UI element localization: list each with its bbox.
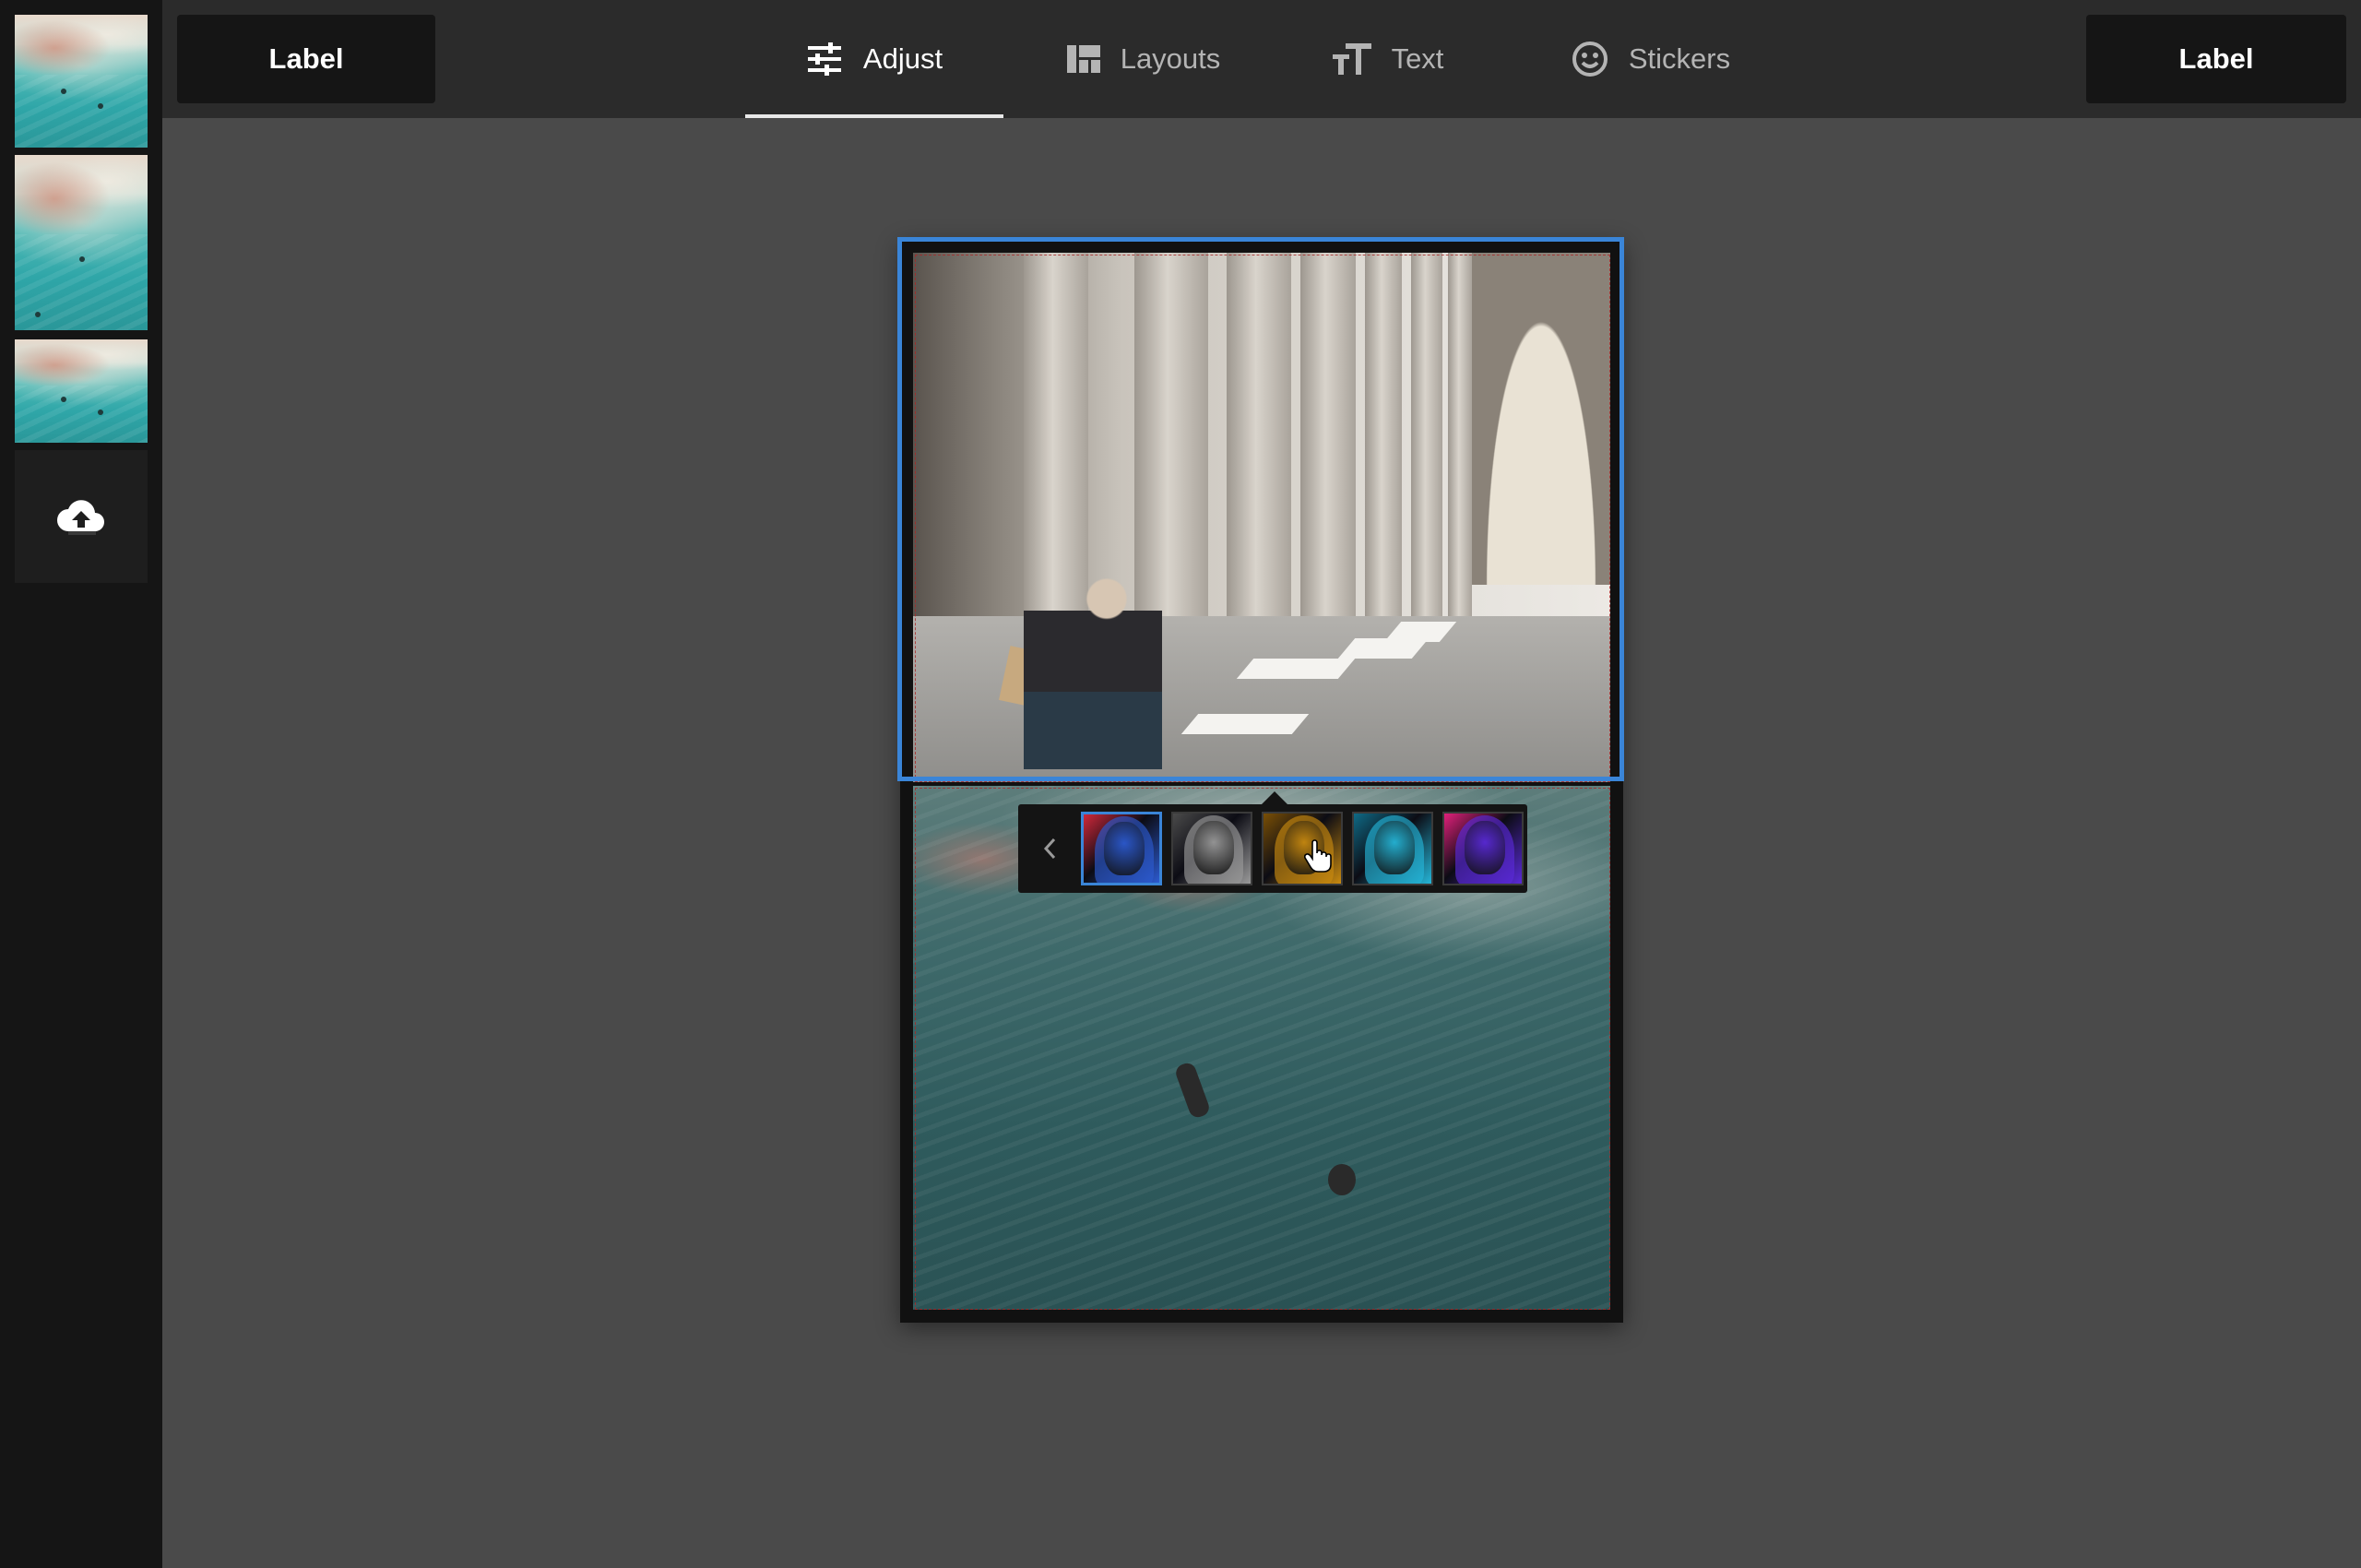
text-size-icon	[1332, 43, 1371, 75]
thumbnail-image-2[interactable]	[15, 155, 148, 330]
tab-adjust-label: Adjust	[862, 42, 943, 75]
filter-violet-magenta[interactable]	[1442, 812, 1524, 885]
sliders-icon	[807, 42, 841, 76]
image-sidebar	[0, 0, 162, 1568]
right-label-button[interactable]: Label	[2086, 15, 2346, 103]
tab-layouts-label: Layouts	[1120, 42, 1221, 75]
chevron-left-icon	[1043, 837, 1056, 860]
cloud-upload-icon	[57, 500, 104, 535]
selected-panel-outline	[897, 237, 1624, 781]
top-toolbar	[162, 0, 2361, 118]
smiley-icon	[1572, 42, 1608, 77]
hand-cursor-icon	[1304, 839, 1332, 873]
thumbnail-image-3[interactable]	[15, 339, 148, 443]
tab-adjust[interactable]: Adjust	[745, 0, 1003, 118]
tab-stickers-label: Stickers	[1628, 42, 1731, 75]
thumbnail-image-1[interactable]	[15, 15, 148, 148]
filter-cyan[interactable]	[1352, 812, 1433, 885]
tab-text-label: Text	[1391, 42, 1444, 75]
layout-icon	[1066, 45, 1100, 73]
tab-stickers[interactable]: Stickers	[1559, 0, 1743, 118]
tab-text[interactable]: Text	[1319, 0, 1457, 118]
left-label-button[interactable]: Label	[177, 15, 435, 103]
tab-layouts[interactable]: Layouts	[1042, 0, 1245, 118]
filter-mono[interactable]	[1171, 812, 1252, 885]
filter-blue-red[interactable]	[1081, 812, 1162, 885]
upload-button[interactable]	[15, 450, 148, 583]
filter-prev-button[interactable]	[1031, 826, 1068, 871]
